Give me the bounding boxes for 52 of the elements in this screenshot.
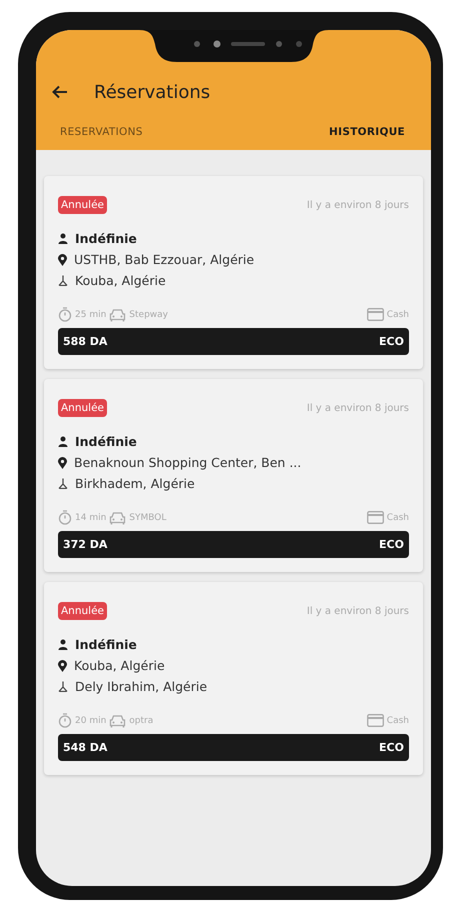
trip-duration: 25 min [75,310,106,320]
credit-card-icon [366,714,384,727]
stopwatch-icon [58,510,72,525]
passenger-name: Indéfinie [75,636,137,654]
reservation-card[interactable]: Annulée Il y a environ 8 jours Indéfinie Benaknoun Shopping Center, Ben ... Birkhadem, Algérie 14 min SYMBOL Cash 372 DA ECO [44,379,423,572]
trip-duration: 20 min [75,716,106,726]
ride-category: ECO [379,538,404,551]
person-icon [58,233,68,244]
trip-duration: 14 min [75,512,106,522]
dropoff-address: Kouba, Algérie [75,272,166,290]
payment-method: Cash [386,512,409,522]
dropoff-address: Dely Ibrahim, Algérie [75,678,208,696]
car-icon [109,510,126,524]
location-pin-icon [58,254,67,266]
stopwatch-icon [58,713,72,728]
person-icon [58,436,68,447]
pickup-address: Kouba, Algérie [74,657,165,675]
location-pin-icon [58,456,67,468]
trip-price: 372 DA [63,538,108,551]
pickup-address: USTHB, Bab Ezzouar, Algérie [74,251,254,269]
stopwatch-icon [58,307,72,322]
car-icon [109,714,126,728]
tab[interactable]: HISTORIQUE [329,118,405,150]
car-icon [109,308,126,322]
screen-title: Réservations [94,82,210,102]
payment-method: Cash [386,716,409,726]
credit-card-icon [366,308,384,321]
dropoff-address: Birkhadem, Algérie [75,475,195,493]
time-ago: Il y a environ 8 jours [306,200,409,210]
pickup-address: Benaknoun Shopping Center, Ben ... [74,454,302,472]
passenger-name: Indéfinie [75,230,137,248]
passenger-name: Indéfinie [75,433,137,451]
status-badge: Annulée [58,196,107,214]
vehicle-model: Stepway [129,310,168,320]
vehicle-model: optra [129,716,154,726]
location-pin-icon [58,660,67,672]
trip-price: 588 DA [63,335,108,348]
vehicle-model: SYMBOL [129,512,166,522]
reservation-card[interactable]: Annulée Il y a environ 8 jours Indéfinie USTHB, Bab Ezzouar, Algérie Kouba, Algérie 25 min Stepway Cash 588 DA ECO [44,176,423,369]
status-badge: Annulée [58,602,107,620]
credit-card-icon [366,511,384,524]
time-ago: Il y a environ 8 jours [306,402,409,414]
ride-category: ECO [379,741,404,754]
tab[interactable]: RESERVATIONS [60,118,143,150]
reservation-card[interactable]: Annulée Il y a environ 8 jours Indéfinie Kouba, Algérie Dely Ibrahim, Algérie 20 min optra Cash 548 DA ECO [44,582,423,775]
time-ago: Il y a environ 8 jours [306,606,409,616]
ride-category: ECO [379,335,404,348]
trip-price: 548 DA [63,741,108,754]
back-arrow-icon[interactable] [52,85,68,99]
payment-method: Cash [386,310,409,320]
person-icon [58,639,68,650]
status-badge: Annulée [58,399,107,417]
